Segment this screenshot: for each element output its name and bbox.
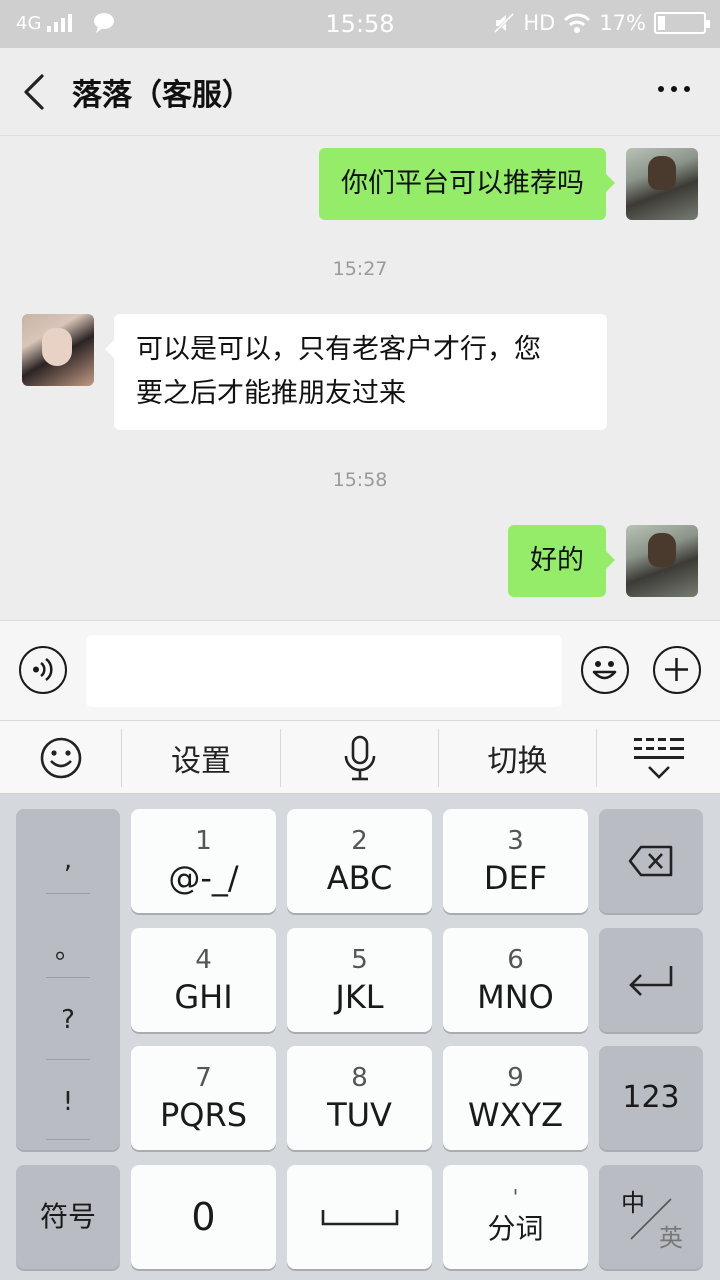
hd-label: HD [523,11,556,35]
keyboard-collapse-icon [633,738,684,779]
key-1[interactable]: 1 @-_/ [131,809,276,913]
lang-en-label: 英 [659,1224,683,1252]
plus-icon[interactable] [653,646,701,694]
key-0[interactable]: 0 [131,1165,276,1269]
mute-icon [494,12,515,34]
message-input[interactable] [86,635,562,707]
language-toggle-key[interactable]: 中 英 [599,1165,703,1269]
message-timestamp: 15:27 [332,258,388,280]
microphone-icon [344,735,375,781]
enter-icon [629,966,673,996]
key-3[interactable]: 3 DEF [443,809,588,913]
numeric-toggle-key[interactable]: 123 [599,1046,703,1150]
ime-settings-button[interactable]: 设置 [122,721,280,795]
ime-toolbar: 设置 切换 [0,720,720,794]
message-bubble-sent[interactable]: 你们平台可以推荐吗 [319,148,615,220]
battery-icon [654,12,710,34]
message-line: 要之后才能推朋友过来 [136,378,406,409]
key-7[interactable]: 7 PQRS [131,1046,276,1150]
message-list: 你们平台可以推荐吗 15:27 可以是可以，只有老客户才行，您 要之后才能推朋友… [0,136,720,620]
contact-avatar[interactable] [22,314,94,386]
wifi-icon [564,13,591,33]
key-9[interactable]: 9 WXYZ [443,1046,588,1150]
punct-comma[interactable]: , [16,845,120,875]
input-bar [0,620,720,720]
key-6[interactable]: 6 MNO [443,928,588,1032]
space-key[interactable] [287,1165,432,1269]
message-bubble-sent[interactable]: 好的 [508,525,615,597]
key-5[interactable]: 5 JKL [287,928,432,1032]
status-bar: 4G 15:58 HD 17% [0,0,720,48]
enter-key[interactable] [599,928,703,1032]
backspace-key[interactable] [599,809,703,913]
ime-emoji-button[interactable] [0,721,121,795]
punct-exclaim[interactable]: ! [16,1087,120,1117]
my-avatar[interactable] [626,525,698,597]
keyboard: , 。 ? ! 1 @-_/ 2 ABC 3 DEF 4 GHI 5 JKL 6 [0,794,720,1280]
voice-icon[interactable] [19,646,67,694]
back-arrow-icon[interactable] [18,72,54,112]
key-4[interactable]: 4 GHI [131,928,276,1032]
battery-percent: 17% [599,11,646,35]
message-timestamp: 15:58 [332,469,388,491]
segment-key[interactable]: ' 分词 [443,1165,588,1269]
backspace-icon [628,845,673,877]
emoji-icon[interactable] [581,646,629,694]
chat-header: 落落（客服） [0,48,720,136]
chat-title: 落落（客服） [72,78,252,113]
lang-divider-icon [630,1198,672,1240]
ime-switch-button[interactable]: 切换 [439,721,596,795]
smiley-icon [40,737,81,779]
punct-period[interactable]: 。 [16,929,120,966]
message-line: 可以是可以，只有老客户才行，您 [136,334,541,365]
ime-collapse-button[interactable] [597,721,720,795]
punct-question[interactable]: ? [16,1005,120,1035]
space-icon [321,1210,398,1226]
more-options-icon[interactable] [658,86,690,92]
key-2[interactable]: 2 ABC [287,809,432,913]
ime-voice-button[interactable] [281,721,438,795]
message-bubble-received[interactable]: 可以是可以，只有老客户才行，您 要之后才能推朋友过来 [105,314,607,430]
key-8[interactable]: 8 TUV [287,1046,432,1150]
my-avatar[interactable] [626,148,698,220]
punctuation-column[interactable]: , 。 ? ! [16,809,120,1150]
symbols-key[interactable]: 符号 [16,1165,120,1269]
